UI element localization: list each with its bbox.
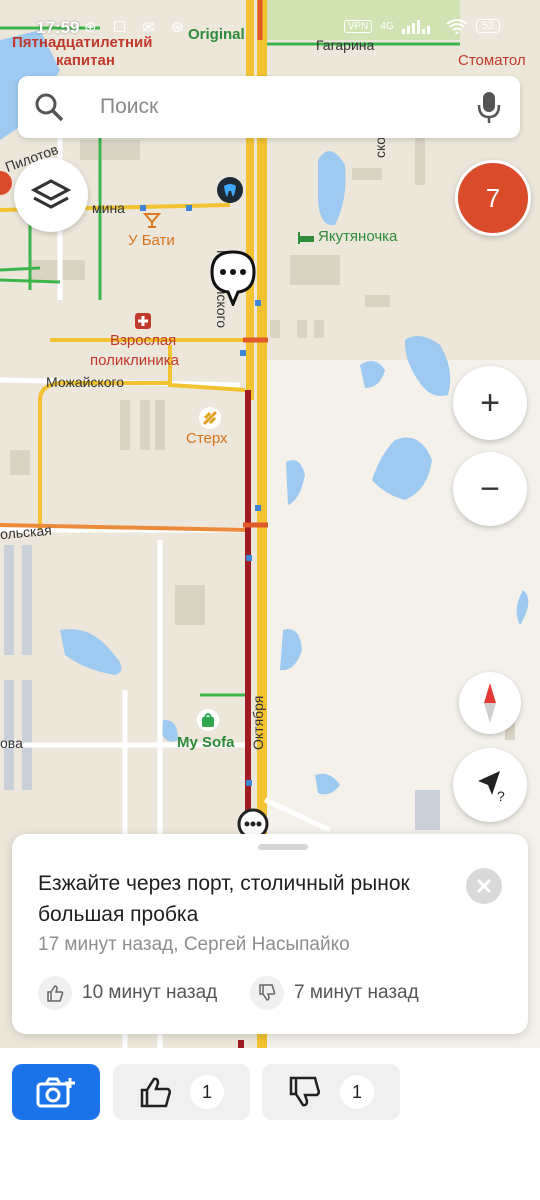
compass-icon xyxy=(484,683,496,723)
dislike-time: 7 минут назад xyxy=(294,982,419,1003)
close-icon xyxy=(476,878,492,894)
add-photo-button[interactable] xyxy=(12,1064,100,1120)
compass-button[interactable] xyxy=(459,672,521,734)
traffic-level-button[interactable]: 7 xyxy=(455,160,531,236)
bottom-action-bar: 1 1 xyxy=(0,1048,540,1200)
event-meta: 17 минут назад, Сергей Насыпайко xyxy=(38,934,350,955)
like-activity: 10 минут назад xyxy=(38,976,217,1010)
status-time: 17:59 xyxy=(36,18,80,37)
location-arrow-icon: ? xyxy=(478,771,505,804)
layers-button[interactable] xyxy=(14,158,88,232)
poi-label-my-sofa[interactable]: My Sofa xyxy=(177,734,235,751)
dentist-icon[interactable] xyxy=(216,176,244,204)
bar-icon xyxy=(142,213,162,228)
hotel-icon xyxy=(298,232,314,244)
thumbs-up-small-icon xyxy=(38,976,72,1010)
search-icon xyxy=(35,93,64,122)
like-count: 1 xyxy=(190,1075,224,1109)
notification-icons: ⊕ ☐ ✉ ⊛ xyxy=(84,19,190,36)
poi-label-yakutyanochka[interactable]: Якутяночка xyxy=(318,228,397,245)
street-label-ova: ова xyxy=(0,735,23,751)
hospital-icon xyxy=(135,313,151,329)
poi-label-stomatolog[interactable]: Стоматол xyxy=(458,52,526,69)
network-type: 4G xyxy=(380,20,394,32)
like-time: 10 минут назад xyxy=(82,982,218,1003)
road-event-comment-icon[interactable] xyxy=(210,250,256,306)
street-label-oktyabrya: Октября xyxy=(250,695,266,750)
thumbs-down-icon xyxy=(289,1076,321,1107)
thumbs-up-icon xyxy=(140,1077,172,1108)
svg-text:?: ? xyxy=(497,788,505,804)
camera-add-icon xyxy=(36,1077,75,1108)
card-drag-handle[interactable] xyxy=(258,844,308,850)
sport-icon xyxy=(199,407,221,429)
poi-label-sterkh[interactable]: Стерх xyxy=(186,430,228,447)
close-button[interactable] xyxy=(466,868,502,904)
microphone-icon[interactable] xyxy=(476,90,502,124)
thumbs-down-small-icon xyxy=(250,976,284,1010)
zoom-out-label: − xyxy=(480,470,500,508)
zoom-in-label: + xyxy=(480,384,500,422)
dislike-activity: 7 минут назад xyxy=(250,976,419,1010)
street-label-mozhayskogo: Можайского xyxy=(46,374,125,390)
shop-icon xyxy=(197,709,219,731)
road-event-card[interactable]: Езжайте через порт, столичный рынок боль… xyxy=(12,834,528,1034)
event-message: Езжайте через порт, столичный рынок боль… xyxy=(38,872,410,926)
poi-label-polyclinic-line2[interactable]: поликлиника xyxy=(90,352,179,369)
search-input[interactable]: Поиск xyxy=(100,95,158,119)
status-right: VPN 4G 52 xyxy=(343,18,500,34)
vpn-icon: VPN xyxy=(343,19,373,33)
poi-label-captain-line2[interactable]: капитан xyxy=(56,52,115,69)
search-bar[interactable]: Поиск xyxy=(18,76,520,138)
zoom-in-button[interactable]: + xyxy=(453,366,527,440)
battery-icon: 52 xyxy=(475,19,500,33)
my-location-button[interactable]: ? xyxy=(453,748,527,822)
status-bar: 17:59 ⊕ ☐ ✉ ⊛ VPN 4G 52 xyxy=(0,0,540,44)
dislike-button[interactable]: 1 xyxy=(262,1064,400,1120)
zoom-out-button[interactable]: − xyxy=(453,452,527,526)
wifi-icon xyxy=(446,19,468,34)
layers-icon xyxy=(31,179,71,209)
street-label-mina: мина xyxy=(92,200,125,216)
poi-label-polyclinic[interactable]: Взрослая xyxy=(110,332,176,349)
red-marker-icon[interactable] xyxy=(0,170,12,196)
dislike-count: 1 xyxy=(340,1075,374,1109)
like-button[interactable]: 1 xyxy=(113,1064,250,1120)
signal-icon xyxy=(401,20,430,34)
poi-label-u-bati[interactable]: У Бати xyxy=(128,232,175,249)
